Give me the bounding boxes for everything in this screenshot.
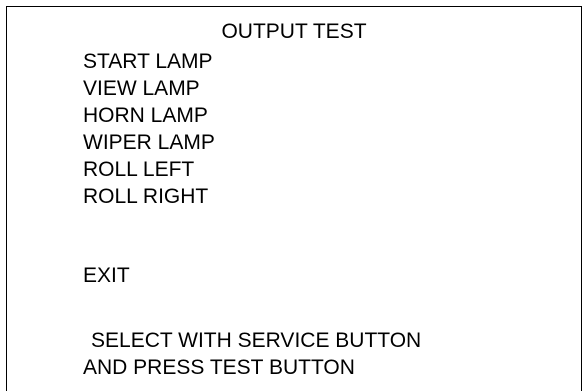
menu-item-roll-left[interactable]: ROLL LEFT	[83, 156, 215, 183]
menu-item-roll-right[interactable]: ROLL RIGHT	[83, 183, 215, 210]
menu-item-wiper-lamp[interactable]: WIPER LAMP	[83, 129, 215, 156]
output-test-screen: OUTPUT TEST START LAMP VIEW LAMP HORN LA…	[6, 6, 582, 391]
menu-item-view-lamp[interactable]: VIEW LAMP	[83, 75, 215, 102]
menu-item-horn-lamp[interactable]: HORN LAMP	[83, 102, 215, 129]
menu-item-start-lamp[interactable]: START LAMP	[83, 48, 215, 75]
menu-item-exit[interactable]: EXIT	[83, 262, 130, 289]
instruction-line-1: SELECT WITH SERVICE BUTTON	[91, 329, 422, 352]
screen-title: OUTPUT TEST	[221, 20, 367, 43]
output-test-menu: START LAMP VIEW LAMP HORN LAMP WIPER LAM…	[83, 48, 215, 210]
instruction-line-2: AND PRESS TEST BUTTON	[83, 356, 355, 379]
